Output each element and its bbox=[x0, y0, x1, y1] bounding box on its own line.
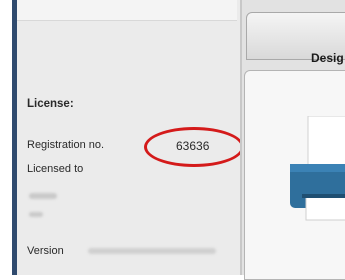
license-heading: License: bbox=[27, 98, 74, 110]
registration-highlight-ring bbox=[144, 127, 244, 167]
registration-label: Registration no. bbox=[27, 139, 105, 151]
licensee-detail-redacted bbox=[29, 212, 43, 217]
version-label: Version bbox=[27, 245, 64, 257]
tab-design[interactable]: Desig bbox=[246, 12, 345, 65]
version-value-redacted bbox=[88, 248, 216, 254]
main-area: Desig bbox=[242, 0, 345, 280]
tab-design-label: Desig bbox=[311, 51, 344, 65]
licensee-name-redacted bbox=[29, 193, 57, 199]
panel-top-strip bbox=[17, 0, 237, 21]
printer-icon bbox=[290, 116, 345, 221]
licensed-to-label: Licensed to bbox=[27, 163, 84, 175]
